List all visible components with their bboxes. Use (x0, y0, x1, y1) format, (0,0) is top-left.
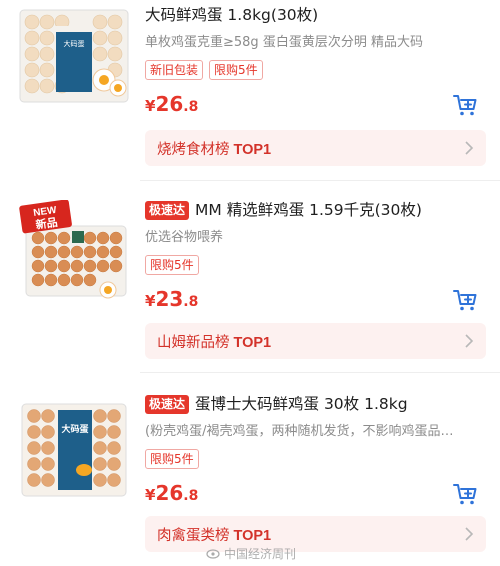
watermark: 中国经济周刊 (206, 545, 296, 562)
weibo-icon (206, 548, 220, 559)
product-title-text: 蛋博士大码鲜鸡蛋 30枚 1.8kg (195, 395, 408, 413)
product-card[interactable]: 大码蛋 极速达 蛋博士大码鲜鸡蛋 30枚 1.8kg (粉壳鸡蛋/褐壳鸡蛋，两种… (0, 378, 500, 566)
product-title[interactable]: 极速达 MM 精选鲜鸡蛋 1.59千克(30枚) (145, 199, 486, 221)
product-subtitle: (粉壳鸡蛋/褐壳鸡蛋，两种随机发货，不影响鸡蛋品… (145, 424, 454, 439)
tag: 限购5件 (145, 255, 199, 275)
product-subtitle: 单枚鸡蛋克重≥58g 蛋白蛋黄层次分明 精品大码 (145, 35, 423, 50)
rank-label: 肉禽蛋类榜 TOP1 (157, 527, 272, 544)
image-label: 大码蛋 (61, 423, 88, 435)
rank-label: 烧烤食材榜 TOP1 (157, 141, 272, 158)
express-badge: 极速达 (145, 200, 190, 220)
divider (140, 372, 500, 373)
product-image[interactable]: 大码蛋 (18, 400, 130, 500)
watermark-text: 中国经济周刊 (224, 547, 297, 561)
add-to-cart-icon[interactable] (452, 92, 478, 118)
product-image[interactable]: NEW 新品 (18, 199, 130, 300)
product-card[interactable]: 大码蛋 大码鲜鸡蛋 1.8kg(30枚) 单枚鸡蛋克重≥58g 蛋白蛋黄层次分明… (0, 0, 500, 176)
image-label: 大码蛋 (64, 39, 85, 48)
product-image[interactable]: 大码蛋 (18, 6, 130, 106)
add-to-cart-icon[interactable] (452, 287, 478, 313)
divider (140, 180, 500, 181)
tag: 限购5件 (145, 449, 199, 469)
rank-label: 山姆新品榜 TOP1 (157, 334, 272, 351)
product-title[interactable]: 极速达 蛋博士大码鲜鸡蛋 30枚 1.8kg (145, 393, 486, 415)
product-title-text: 大码鲜鸡蛋 1.8kg(30枚) (145, 6, 319, 24)
tag-list: 限购5件 (145, 255, 486, 275)
price: ¥26.8 (145, 481, 199, 505)
rank-banner[interactable]: 山姆新品榜 TOP1 (145, 323, 486, 359)
product-subtitle: 优选谷物喂养 (145, 230, 224, 245)
product-title[interactable]: 大码鲜鸡蛋 1.8kg(30枚) (145, 4, 486, 26)
price-row: ¥23.8 (145, 287, 486, 315)
chevron-right-icon (465, 141, 474, 155)
product-title-text: MM 精选鲜鸡蛋 1.59千克(30枚) (195, 201, 422, 219)
chevron-right-icon (465, 527, 474, 541)
add-to-cart-icon[interactable] (452, 481, 478, 507)
price: ¥26.8 (145, 92, 199, 116)
rank-banner[interactable]: 烧烤食材榜 TOP1 (145, 130, 486, 166)
express-badge: 极速达 (145, 394, 190, 414)
tag: 新旧包装 (145, 60, 204, 80)
price-row: ¥26.8 (145, 92, 486, 120)
tag-list: 新旧包装 限购5件 (145, 60, 486, 80)
tag: 限购5件 (209, 60, 263, 80)
tag-list: 限购5件 (145, 449, 486, 469)
rank-banner[interactable]: 肉禽蛋类榜 TOP1 (145, 516, 486, 552)
chevron-right-icon (465, 334, 474, 348)
price: ¥23.8 (145, 287, 199, 311)
product-card[interactable]: NEW 新品 极速达 MM 精选鲜鸡蛋 1.59千克(30枚) 优选谷物喂养 限… (0, 186, 500, 372)
price-row: ¥26.8 (145, 481, 486, 509)
